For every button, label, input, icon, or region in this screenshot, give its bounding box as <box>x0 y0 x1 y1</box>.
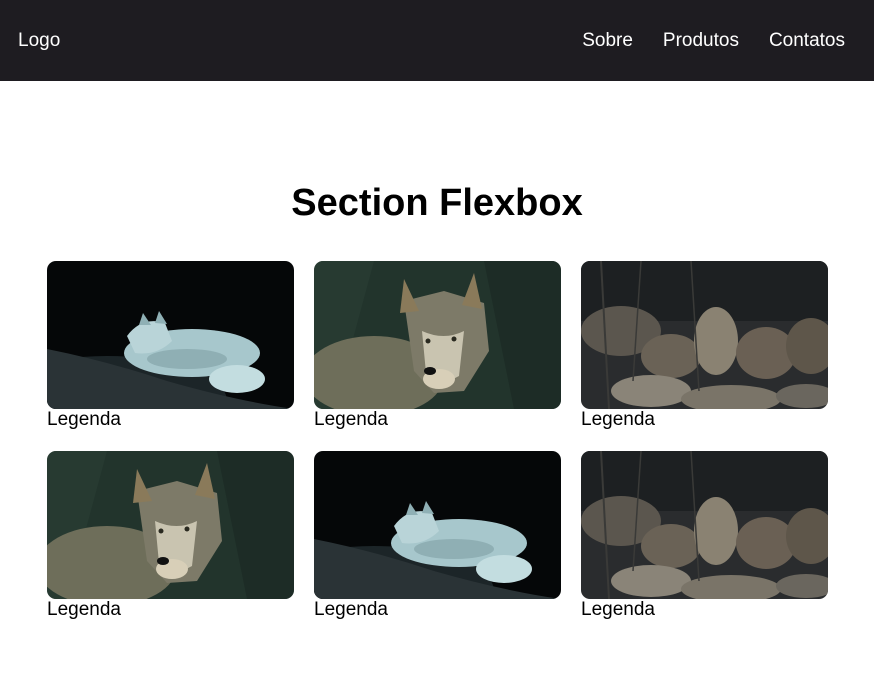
image-caption: Legenda <box>47 409 121 430</box>
gallery-card: Legenda <box>47 451 294 621</box>
white-wolf-lying-image <box>314 451 561 599</box>
wolf-pack-rocks-image <box>581 451 828 599</box>
gray-wolf-portrait-image <box>314 261 561 409</box>
image-grid: Legenda Legenda Legenda Legenda Legenda … <box>0 261 874 621</box>
image-caption: Legenda <box>581 409 655 430</box>
image-caption: Legenda <box>47 599 121 620</box>
wolf-pack-rocks-image <box>581 261 828 409</box>
gallery-card: Legenda <box>47 261 294 431</box>
image-caption: Legenda <box>314 409 388 430</box>
gallery-card: Legenda <box>581 451 828 621</box>
gallery-card: Legenda <box>581 261 828 431</box>
logo[interactable]: Logo <box>18 30 60 52</box>
nav-link-sobre[interactable]: Sobre <box>582 30 633 52</box>
gallery-card: Legenda <box>314 451 561 621</box>
image-caption: Legenda <box>581 599 655 620</box>
section-title: Section Flexbox <box>291 182 583 224</box>
flexbox-section: Section Flexbox Legenda Legenda Legenda … <box>0 81 874 621</box>
nav-link-contatos[interactable]: Contatos <box>769 30 845 52</box>
white-wolf-lying-image <box>47 261 294 409</box>
gallery-card: Legenda <box>314 261 561 431</box>
image-caption: Legenda <box>314 599 388 620</box>
nav-link-produtos[interactable]: Produtos <box>663 30 739 52</box>
nav-menu: Sobre Produtos Contatos <box>582 30 845 52</box>
navbar: Logo Sobre Produtos Contatos <box>0 0 874 81</box>
gray-wolf-portrait-image <box>47 451 294 599</box>
